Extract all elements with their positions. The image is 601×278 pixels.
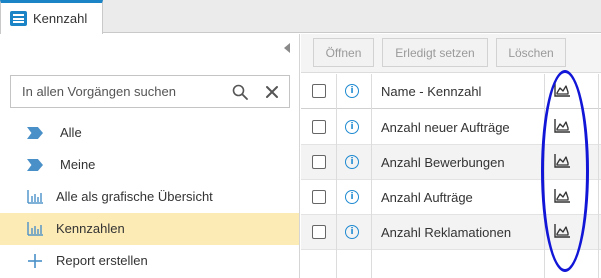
search-input[interactable]	[11, 76, 221, 107]
chevron-tag-icon	[27, 159, 43, 171]
row-checkbox[interactable]	[312, 155, 326, 169]
sidebar-item-kennzahlen[interactable]: Kennzahlen	[0, 213, 299, 245]
sidebar-item-alle[interactable]: Alle	[0, 117, 299, 149]
tab-strip: Kennzahl	[0, 0, 601, 34]
open-button[interactable]: Öffnen	[313, 38, 374, 67]
kennzahl-name: Anzahl Reklamationen	[381, 225, 512, 240]
select-all-checkbox[interactable]	[312, 84, 326, 98]
column-divider	[598, 74, 599, 278]
search-box	[10, 75, 290, 108]
highlight-ellipse	[541, 70, 589, 272]
kennzahl-name: Anzahl Aufträge	[381, 190, 473, 205]
plus-icon	[28, 254, 42, 268]
column-divider	[336, 74, 337, 278]
sidebar-item-grafische-uebersicht[interactable]: Alle als grafische Übersicht	[0, 181, 299, 213]
sidebar-item-label: Alle als grafische Übersicht	[56, 189, 213, 204]
info-icon[interactable]: i	[345, 225, 359, 239]
tab-label: Kennzahl	[33, 11, 88, 26]
sidebar-item-label: Report erstellen	[56, 253, 148, 268]
clear-icon[interactable]	[264, 84, 280, 100]
sidebar-item-label: Alle	[60, 125, 82, 140]
list-icon	[10, 11, 27, 26]
row-checkbox[interactable]	[312, 120, 326, 134]
kennzahl-name: Anzahl neuer Aufträge	[381, 120, 510, 135]
bar-chart-icon	[27, 222, 43, 236]
sidebar-item-label: Meine	[60, 157, 96, 172]
row-checkbox[interactable]	[312, 225, 326, 239]
sidebar: Alle Meine Alle als grafische Übersicht …	[0, 34, 300, 278]
mark-done-button[interactable]: Erledigt setzen	[382, 38, 488, 67]
info-icon[interactable]: i	[345, 190, 359, 204]
sidebar-item-meine[interactable]: Meine	[0, 149, 299, 181]
column-header-name[interactable]: Name - Kennzahl	[381, 84, 481, 99]
kennzahl-name: Anzahl Bewerbungen	[381, 155, 505, 170]
chevron-tag-icon	[27, 127, 43, 139]
toolbar: Öffnen Erledigt setzen Löschen	[301, 34, 601, 73]
collapse-sidebar-icon[interactable]	[284, 43, 290, 53]
sidebar-item-label: Kennzahlen	[56, 221, 125, 236]
info-icon[interactable]: i	[345, 120, 359, 134]
column-divider	[371, 74, 372, 278]
tab-kennzahl[interactable]: Kennzahl	[0, 0, 103, 34]
search-icon[interactable]	[232, 84, 248, 100]
delete-button[interactable]: Löschen	[496, 38, 566, 67]
sidebar-item-report-erstellen[interactable]: Report erstellen	[0, 245, 299, 277]
info-icon[interactable]: i	[345, 84, 359, 98]
bar-chart-icon	[27, 190, 43, 204]
row-checkbox[interactable]	[312, 190, 326, 204]
info-icon[interactable]: i	[345, 155, 359, 169]
